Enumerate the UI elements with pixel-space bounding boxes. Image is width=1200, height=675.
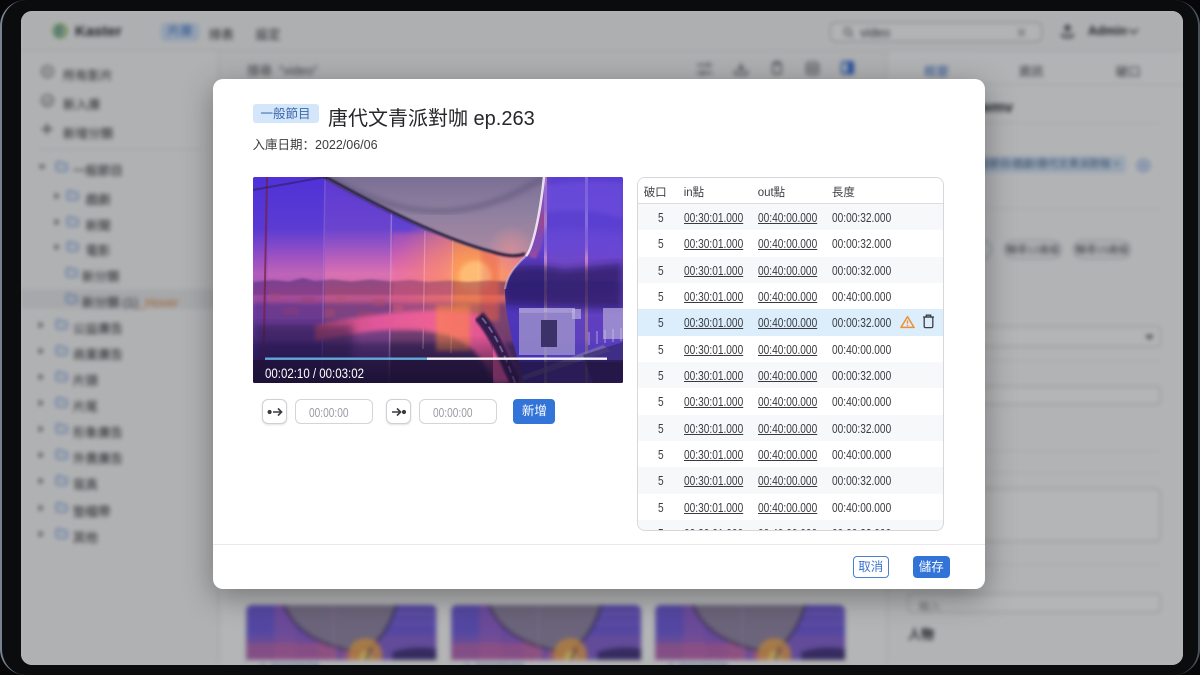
svg-text:00:02:10 / 00:03:02: 00:02:10 / 00:03:02: [265, 365, 364, 381]
